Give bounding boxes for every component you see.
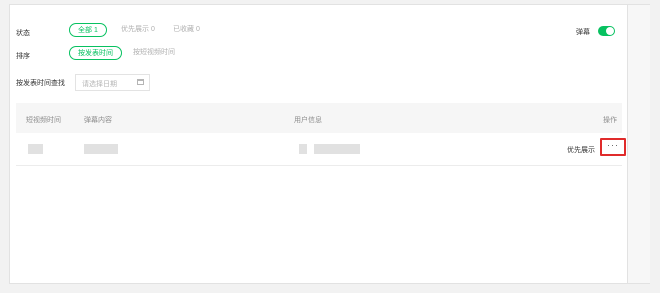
- status-filter-label: 状态: [16, 30, 30, 37]
- table-row: 优先展示 ···: [16, 133, 626, 166]
- video-time-redacted: [28, 144, 43, 154]
- comment-content-redacted: [84, 144, 118, 154]
- priority-display-link[interactable]: 优先展示: [567, 145, 595, 155]
- danmu-toggle-label: 弹幕: [576, 29, 590, 36]
- user-name-redacted: [314, 144, 360, 154]
- status-filter-priority[interactable]: 优先展示 0: [113, 23, 163, 37]
- user-avatar-redacted: [299, 144, 307, 154]
- date-picker-input[interactable]: 请选择日期: [75, 74, 150, 91]
- calendar-icon[interactable]: [137, 79, 144, 85]
- header-user-info: 用户信息: [294, 117, 322, 124]
- sort-by-publish-time[interactable]: 按发表时间: [69, 46, 122, 60]
- scrollbar-track[interactable]: [628, 4, 650, 284]
- toggle-knob: [606, 27, 614, 35]
- date-picker-placeholder: 请选择日期: [82, 81, 117, 88]
- header-actions: 操作: [603, 117, 617, 124]
- sort-label: 排序: [16, 53, 30, 60]
- more-dots-icon[interactable]: ···: [600, 138, 626, 156]
- header-video-time: 短视频时间: [26, 117, 61, 124]
- danmu-toggle-switch[interactable]: [598, 26, 615, 36]
- status-filter-all[interactable]: 全部 1: [69, 23, 107, 37]
- table-header: 短视频时间 弹幕内容 用户信息 操作: [16, 103, 622, 133]
- comment-management-panel: 状态 全部 1 优先展示 0 已收藏 0 弹幕 排序 按发表时间 按短视频时间 …: [9, 4, 628, 284]
- status-filter-favorited[interactable]: 已收藏 0: [165, 23, 208, 37]
- sort-by-video-time[interactable]: 按短视频时间: [125, 46, 183, 60]
- date-search-label: 按发表时间查找: [16, 80, 65, 87]
- header-comment-content: 弹幕内容: [84, 117, 112, 124]
